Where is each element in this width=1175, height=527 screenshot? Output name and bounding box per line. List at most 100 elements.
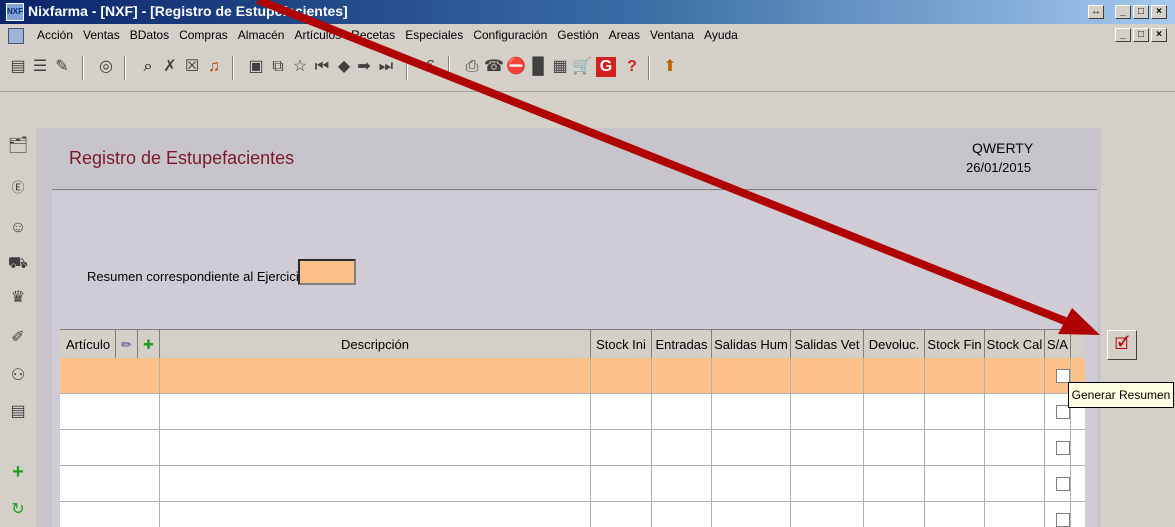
table-cell[interactable] xyxy=(985,430,1045,466)
table-cell[interactable] xyxy=(864,394,925,430)
euro-coin-icon[interactable]: Ⓔ xyxy=(6,176,30,200)
doc-maximize-button[interactable]: □ xyxy=(1133,28,1149,42)
col-stock-fin[interactable]: Stock Fin xyxy=(925,330,985,359)
table-cell[interactable] xyxy=(60,430,160,466)
euro-icon[interactable]: € xyxy=(420,56,440,78)
table-cell[interactable] xyxy=(791,358,864,394)
table-row[interactable] xyxy=(60,358,1085,394)
table-cell[interactable] xyxy=(652,502,712,527)
phone-icon[interactable]: ☎ xyxy=(484,56,504,78)
table-cell[interactable] xyxy=(591,466,652,502)
edit-icon[interactable]: ☰ xyxy=(30,56,50,78)
pencil-icon[interactable]: ✏ xyxy=(116,330,138,359)
upload-icon[interactable]: ⬆ xyxy=(660,56,680,78)
table-cell[interactable] xyxy=(864,358,925,394)
register-icon[interactable]: ▤ xyxy=(6,400,30,424)
sa-checkbox[interactable] xyxy=(1056,513,1070,527)
table-cell[interactable] xyxy=(791,430,864,466)
table-cell[interactable] xyxy=(925,358,985,394)
menu-bdatos[interactable]: BDatos xyxy=(125,28,174,42)
table-cell[interactable] xyxy=(60,358,160,394)
right-arrow-icon[interactable]: ➡ xyxy=(354,56,374,78)
table-cell[interactable] xyxy=(652,394,712,430)
table-cell[interactable] xyxy=(591,502,652,527)
table-row[interactable] xyxy=(60,502,1085,527)
star-icon[interactable]: ▣ xyxy=(246,56,266,78)
table-cell[interactable] xyxy=(864,502,925,527)
table-cell[interactable] xyxy=(985,394,1045,430)
add-icon[interactable]: ✚ xyxy=(138,330,160,359)
notes-icon[interactable]: ▦ xyxy=(550,56,570,78)
table-row[interactable] xyxy=(60,394,1085,430)
table-cell[interactable] xyxy=(160,358,591,394)
table-row[interactable] xyxy=(60,430,1085,466)
menu-ventana[interactable]: Ventana xyxy=(645,28,699,42)
favorite-icon[interactable]: ☆ xyxy=(290,56,310,78)
copy-icon[interactable]: ◎ xyxy=(96,56,116,78)
list-icon[interactable]: ♫ xyxy=(204,56,224,78)
generar-resumen-button[interactable]: 🗹 xyxy=(1107,330,1137,360)
document-icon[interactable] xyxy=(8,28,24,44)
table-cell[interactable] xyxy=(712,466,791,502)
table-cell[interactable] xyxy=(160,466,591,502)
table-cell[interactable] xyxy=(160,430,591,466)
menu-recetas[interactable]: Recetas xyxy=(346,28,400,42)
col-salidas-hum[interactable]: Salidas Hum xyxy=(712,330,791,359)
printer-icon[interactable]: ⎙ xyxy=(462,56,482,78)
menu-almacen[interactable]: Almacén xyxy=(233,28,290,42)
add-icon[interactable]: + xyxy=(6,460,30,484)
menu-compras[interactable]: Compras xyxy=(174,28,233,42)
table-cell[interactable] xyxy=(160,502,591,527)
table-cell[interactable] xyxy=(925,502,985,527)
table-cell[interactable] xyxy=(60,466,160,502)
table-cell[interactable] xyxy=(652,358,712,394)
back-icon[interactable]: ⧉ xyxy=(268,56,288,78)
col-stock-cal[interactable]: Stock Cal xyxy=(985,330,1045,359)
ejercicio-input[interactable] xyxy=(298,259,356,285)
col-sa[interactable]: S/A xyxy=(1045,330,1071,359)
pencil-icon[interactable]: ✐ xyxy=(6,326,30,350)
person-icon[interactable]: ☺ xyxy=(6,216,30,240)
cancel-icon[interactable]: ✗ xyxy=(160,56,180,78)
table-cell[interactable] xyxy=(791,394,864,430)
sales-icon[interactable]: 🗂 xyxy=(6,134,30,158)
table-cell[interactable] xyxy=(925,394,985,430)
sa-checkbox[interactable] xyxy=(1056,369,1070,383)
table-row[interactable] xyxy=(60,466,1085,502)
stop-icon[interactable]: ⛔ xyxy=(506,56,526,78)
g-icon[interactable]: G xyxy=(596,57,616,77)
col-stock-ini[interactable]: Stock Ini xyxy=(591,330,652,359)
exit-icon[interactable]: ⏭ xyxy=(376,56,396,78)
help-icon[interactable]: ? xyxy=(622,56,642,78)
col-entradas[interactable]: Entradas xyxy=(652,330,712,359)
close-button[interactable]: × xyxy=(1151,5,1167,19)
new-icon[interactable]: ▤ xyxy=(8,56,28,78)
table-cell[interactable] xyxy=(925,430,985,466)
maximize-button[interactable]: □ xyxy=(1133,5,1149,19)
table-cell[interactable] xyxy=(652,430,712,466)
minimize-button[interactable]: _ xyxy=(1115,5,1131,19)
table-cell[interactable] xyxy=(60,502,160,527)
first-icon[interactable]: ⏮ xyxy=(312,56,332,78)
save-icon[interactable]: ☒ xyxy=(182,56,202,78)
cart-icon[interactable]: 🛒 xyxy=(572,56,592,78)
table-cell[interactable] xyxy=(712,430,791,466)
table-cell[interactable] xyxy=(652,466,712,502)
search-icon[interactable]: ⌕ xyxy=(138,56,158,78)
menu-articulos[interactable]: Artículos xyxy=(289,28,346,42)
table-cell[interactable] xyxy=(791,502,864,527)
col-articulo[interactable]: Artículo xyxy=(60,330,116,359)
table-cell[interactable] xyxy=(160,394,591,430)
factory-icon[interactable]: ♛ xyxy=(6,286,30,310)
table-cell[interactable] xyxy=(591,358,652,394)
block-icon[interactable]: █ xyxy=(528,56,548,78)
menu-areas[interactable]: Areas xyxy=(604,28,645,42)
col-salidas-vet[interactable]: Salidas Vet xyxy=(791,330,864,359)
col-descripcion[interactable]: Descripción xyxy=(160,330,591,359)
doc-minimize-button[interactable]: _ xyxy=(1115,28,1131,42)
table-cell[interactable] xyxy=(864,430,925,466)
menu-especiales[interactable]: Especiales xyxy=(400,28,468,42)
table-cell[interactable] xyxy=(712,502,791,527)
table-cell[interactable] xyxy=(864,466,925,502)
menu-accion[interactable]: Acción xyxy=(32,28,78,42)
